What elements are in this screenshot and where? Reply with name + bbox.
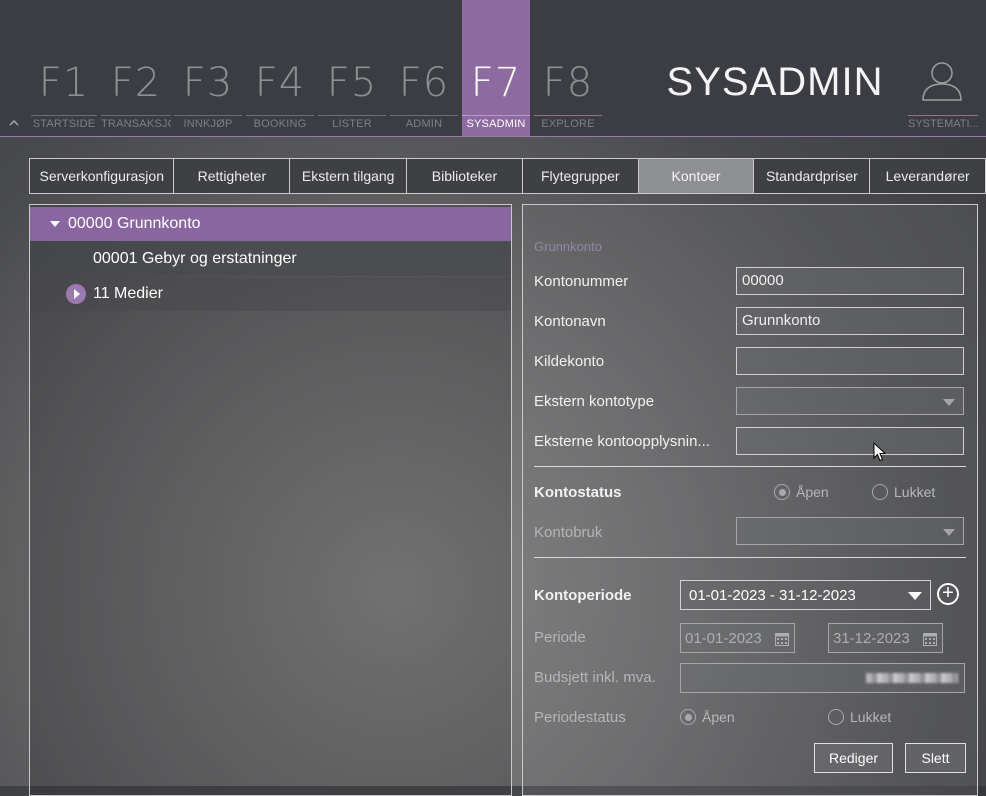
blurred-budget-value bbox=[866, 673, 958, 683]
tab-biblioteker[interactable]: Biblioteker bbox=[406, 158, 522, 194]
tab-rettigheter[interactable]: Rettigheter bbox=[173, 158, 290, 194]
add-period-button[interactable]: + bbox=[937, 583, 959, 605]
account-number-label: Kontonummer bbox=[534, 273, 629, 290]
budget-field[interactable] bbox=[680, 663, 965, 693]
tree-item-label: 00001 Gebyr og erstatninger bbox=[93, 250, 297, 267]
source-account-label: Kildekonto bbox=[534, 353, 605, 370]
nav-key-label: LISTER bbox=[332, 118, 372, 130]
nav-key-label: STARTSIDE bbox=[32, 118, 96, 130]
chevron-down-icon bbox=[943, 399, 955, 406]
nav-key-label: EXPLORE bbox=[541, 118, 595, 130]
account-usage-select[interactable] bbox=[736, 517, 964, 545]
period-from-value: 01-01-2023 bbox=[685, 630, 762, 647]
external-info-field[interactable] bbox=[736, 427, 964, 455]
mouse-cursor-icon bbox=[873, 442, 887, 462]
period-from-field[interactable]: 01-01-2023 bbox=[680, 623, 795, 653]
account-period-value: 01-01-2023 - 31-12-2023 bbox=[689, 587, 856, 604]
external-type-select[interactable] bbox=[736, 387, 964, 415]
period-status-closed-radio[interactable]: Lukket bbox=[828, 709, 891, 725]
tab-standardpriser[interactable]: Standardpriser bbox=[753, 158, 870, 194]
account-name-label: Kontonavn bbox=[534, 313, 606, 330]
delete-button[interactable]: Slett bbox=[905, 743, 966, 773]
section-title: Grunnkonto bbox=[534, 239, 602, 254]
period-status-closed-label: Lukket bbox=[850, 709, 892, 725]
nav-key-f4[interactable]: F4 BOOKING bbox=[246, 0, 314, 136]
tab-leverandorer[interactable]: Leverandører bbox=[869, 158, 986, 194]
chevron-down-icon bbox=[943, 529, 955, 536]
tree-item-grunnkonto[interactable]: 00000 Grunnkonto bbox=[30, 207, 511, 241]
nav-key-label: SYSADMIN bbox=[466, 118, 526, 130]
account-period-select[interactable]: 01-01-2023 - 31-12-2023 bbox=[680, 580, 931, 610]
tab-flytegrupper[interactable]: Flytegrupper bbox=[521, 158, 638, 194]
tree-item-label: 00000 Grunnkonto bbox=[68, 215, 201, 232]
nav-key-f6[interactable]: F6 ADMIN bbox=[390, 0, 458, 136]
period-status-open-label: Åpen bbox=[702, 709, 735, 725]
expand-arrow-icon[interactable] bbox=[66, 284, 86, 304]
admin-tabs: Serverkonfigurasjon Rettigheter Ekstern … bbox=[29, 158, 986, 194]
calendar-icon[interactable] bbox=[775, 632, 789, 646]
budget-label: Budsjett inkl. mva. bbox=[534, 669, 656, 686]
calendar-icon[interactable] bbox=[923, 632, 937, 646]
nav-key-number: F8 bbox=[542, 60, 594, 106]
tab-ekstern-tilgang[interactable]: Ekstern tilgang bbox=[289, 158, 407, 194]
tree-item-medier[interactable]: 11 Medier bbox=[30, 277, 511, 311]
nav-key-label: ADMIN bbox=[405, 118, 443, 130]
account-tree: 00000 Grunnkonto 00001 Gebyr og erstatni… bbox=[29, 204, 512, 796]
nav-key-f3[interactable]: F3 INNKJØP bbox=[174, 0, 242, 136]
period-status-label: Periodestatus bbox=[534, 709, 626, 726]
divider bbox=[534, 466, 966, 467]
nav-key-number: F5 bbox=[326, 60, 378, 106]
account-period-label: Kontoperiode bbox=[534, 587, 632, 604]
user-menu[interactable]: SYSTEMATI... bbox=[908, 56, 978, 136]
nav-key-number: F6 bbox=[398, 60, 450, 106]
period-to-value: 31-12-2023 bbox=[833, 630, 910, 647]
account-details-form: Grunnkonto Kontonummer 00000 Kontonavn G… bbox=[522, 204, 978, 796]
tab-kontoer[interactable]: Kontoer bbox=[637, 158, 754, 194]
edit-button[interactable]: Rediger bbox=[814, 743, 893, 773]
nav-key-label: TRANSAKSJON bbox=[101, 118, 171, 130]
nav-key-f1[interactable]: F1 STARTSIDE bbox=[31, 0, 97, 136]
nav-key-f2[interactable]: F2 TRANSAKSJON bbox=[101, 0, 171, 136]
account-number-field[interactable]: 00000 bbox=[736, 267, 964, 295]
period-range-label: Periode bbox=[534, 629, 586, 646]
account-usage-label: Kontobruk bbox=[534, 524, 603, 541]
divider bbox=[534, 557, 966, 558]
source-account-field[interactable] bbox=[736, 347, 964, 375]
tree-item-gebyr[interactable]: 00001 Gebyr og erstatninger bbox=[30, 242, 511, 276]
nav-key-number: F7 bbox=[470, 60, 522, 106]
nav-key-number: F3 bbox=[182, 60, 234, 106]
tree-item-label: 11 Medier bbox=[93, 285, 163, 302]
user-icon bbox=[922, 62, 962, 101]
nav-key-number: F2 bbox=[110, 60, 162, 106]
chevron-down-icon bbox=[908, 592, 922, 600]
nav-key-label: BOOKING bbox=[253, 118, 307, 130]
external-info-label: Eksterne kontoopplysnin... bbox=[534, 433, 710, 450]
user-label: SYSTEMATI... bbox=[908, 118, 978, 130]
nav-key-f7[interactable]: F7 SYSADMIN bbox=[462, 0, 530, 136]
module-title: SYSADMIN bbox=[666, 60, 884, 104]
status-closed-label: Lukket bbox=[894, 484, 936, 500]
top-navigation-bar: F1 STARTSIDE F2 TRANSAKSJON F3 INNKJØP F… bbox=[0, 0, 986, 137]
nav-key-number: F1 bbox=[38, 60, 90, 106]
nav-key-f8[interactable]: F8 EXPLORE bbox=[534, 0, 602, 136]
status-closed-radio[interactable]: Lukket bbox=[872, 484, 935, 500]
account-name-field[interactable]: Grunnkonto bbox=[736, 307, 964, 335]
status-open-label: Åpen bbox=[796, 484, 829, 500]
tab-serverkonfigurasjon[interactable]: Serverkonfigurasjon bbox=[29, 158, 174, 194]
expanded-arrow-icon[interactable] bbox=[50, 221, 60, 227]
nav-key-f5[interactable]: F5 LISTER bbox=[318, 0, 386, 136]
period-status-open-radio[interactable]: Åpen bbox=[680, 709, 735, 725]
nav-key-label: INNKJØP bbox=[183, 118, 233, 130]
status-open-radio[interactable]: Åpen bbox=[774, 484, 829, 500]
collapse-caret-icon[interactable] bbox=[8, 117, 22, 129]
nav-key-number: F4 bbox=[254, 60, 306, 106]
account-status-label: Kontostatus bbox=[534, 484, 622, 501]
period-to-field[interactable]: 31-12-2023 bbox=[828, 623, 943, 653]
external-type-label: Ekstern kontotype bbox=[534, 393, 655, 410]
